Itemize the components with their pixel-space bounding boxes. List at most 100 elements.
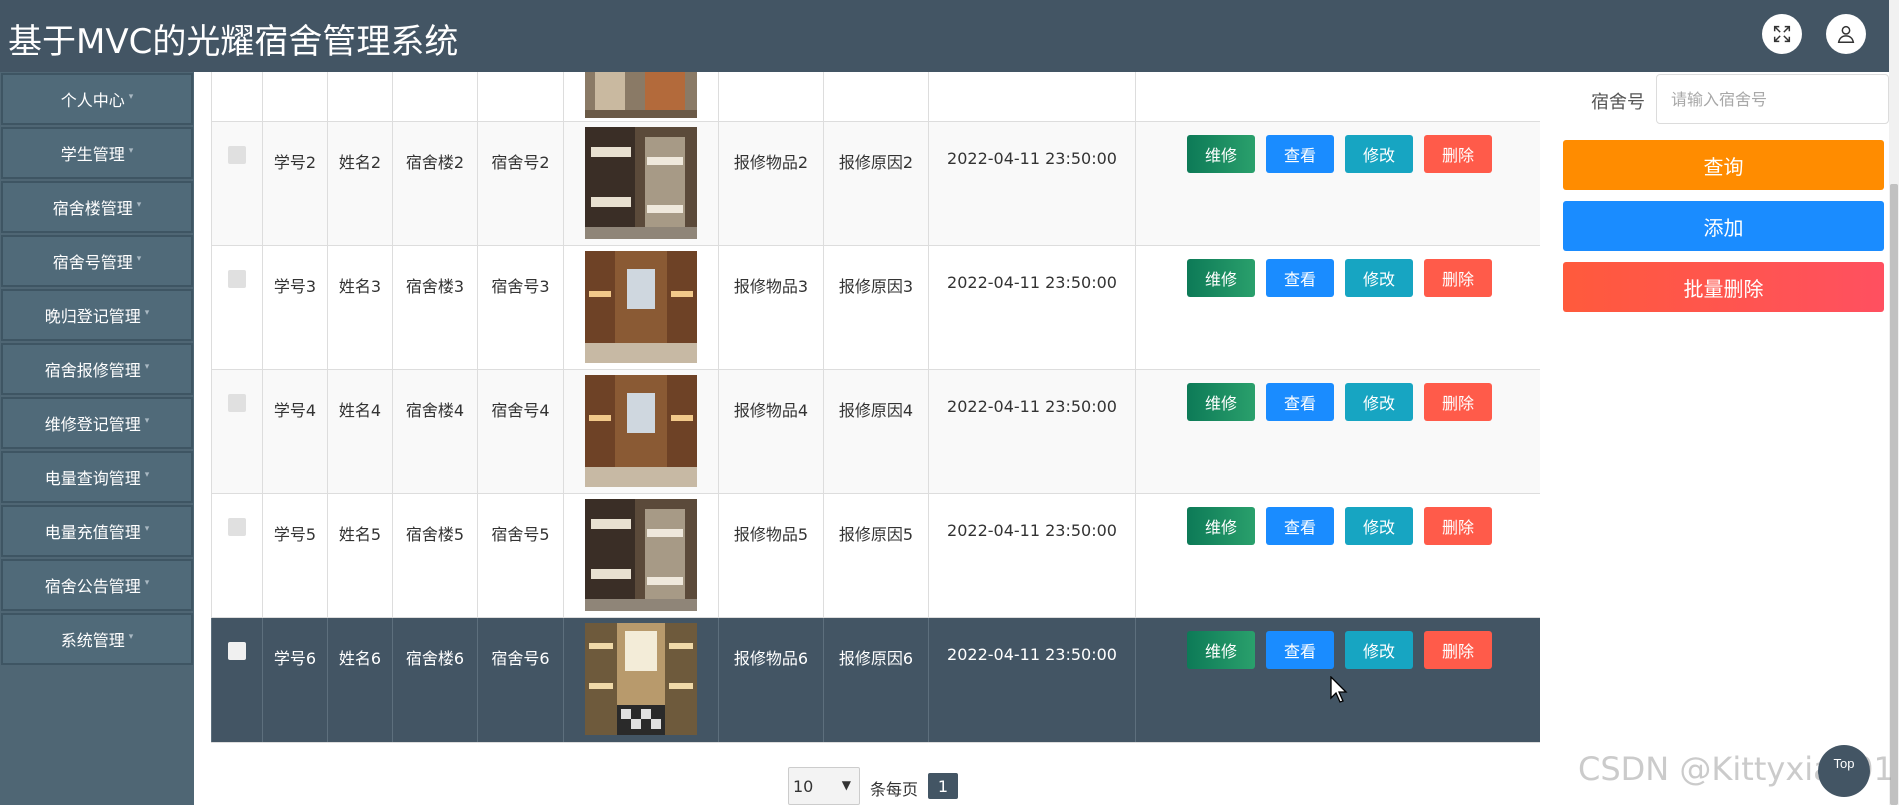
top-header: 基于MVC的光耀宿舍管理系统	[0, 0, 1889, 72]
user-button[interactable]	[1826, 14, 1866, 54]
edit-button[interactable]: 修改	[1345, 259, 1413, 297]
room-cell: 宿舍号2	[477, 122, 563, 245]
dorm-photo	[585, 251, 697, 363]
delete-button[interactable]: 删除	[1424, 631, 1492, 669]
sidebar-item-buildings[interactable]: 宿舍楼管理 ▾	[1, 181, 193, 233]
room-cell: 宿舍号5	[477, 494, 563, 617]
fullscreen-button[interactable]	[1762, 14, 1802, 54]
row-checkbox[interactable]	[228, 518, 246, 536]
item-cell: 报修物品5	[718, 494, 823, 617]
sidebar-item-notices[interactable]: 宿舍公告管理 ▾	[1, 559, 193, 611]
add-button[interactable]: 添加	[1563, 201, 1884, 251]
per-page-label: 条每页	[870, 780, 919, 799]
repair-button[interactable]: 维修	[1187, 631, 1255, 669]
view-button[interactable]: 查看	[1266, 631, 1334, 669]
back-to-top-button[interactable]: Top	[1818, 745, 1870, 797]
page-size-select[interactable]: 10 ▼	[788, 767, 860, 805]
chevron-down-icon: ▾	[128, 146, 134, 156]
sidebar-item-label: 宿舍号管理	[52, 253, 133, 272]
item-cell: 报修物品3	[718, 246, 823, 369]
time-cell: 2022-04-11 23:50:00	[928, 494, 1135, 617]
time-cell: 2022-04-11 23:50:00	[928, 246, 1135, 369]
query-button[interactable]: 查询	[1563, 140, 1884, 190]
name-cell: 姓名2	[327, 122, 392, 245]
sidebar-item-personal-center[interactable]: 个人中心 ▾	[1, 73, 193, 125]
chevron-down-icon: ▾	[128, 632, 134, 642]
reason-cell: 报修原因2	[823, 122, 928, 245]
sidebar-item-students[interactable]: 学生管理 ▾	[1, 127, 193, 179]
view-button[interactable]: 查看	[1266, 135, 1334, 173]
row-checkbox[interactable]	[228, 146, 246, 164]
table-row	[211, 72, 1540, 122]
page-size-value: 10	[793, 777, 814, 796]
sidebar-item-repair-requests[interactable]: 宿舍报修管理 ▾	[1, 343, 193, 395]
delete-button[interactable]: 删除	[1424, 383, 1492, 421]
chevron-down-icon: ▾	[136, 200, 142, 210]
page-scrollbar[interactable]	[1889, 0, 1899, 805]
item-cell: 报修物品2	[718, 122, 823, 245]
sidebar-item-power-recharge[interactable]: 电量充值管理 ▾	[1, 505, 193, 557]
sidebar-item-power-query[interactable]: 电量查询管理 ▾	[1, 451, 193, 503]
sidebar-item-rooms[interactable]: 宿舍号管理 ▾	[1, 235, 193, 287]
chevron-down-icon: ▾	[144, 578, 150, 588]
repair-button[interactable]: 维修	[1187, 135, 1255, 173]
chevron-down-icon: ▾	[128, 92, 134, 102]
view-button[interactable]: 查看	[1266, 259, 1334, 297]
student-id-cell: 学号4	[262, 370, 327, 493]
sidebar-item-system[interactable]: 系统管理 ▾	[1, 613, 193, 665]
student-id-cell: 学号3	[262, 246, 327, 369]
sidebar-item-label: 系统管理	[60, 631, 125, 650]
sidebar-item-late-return[interactable]: 晚归登记管理 ▾	[1, 289, 193, 341]
building-cell: 宿舍楼5	[392, 494, 477, 617]
reason-cell: 报修原因6	[823, 618, 928, 742]
table-row: 学号2 姓名2 宿舍楼2 宿舍号2 报修物品2 报修原因2 2022-04-11…	[211, 122, 1540, 246]
delete-button[interactable]: 删除	[1424, 259, 1492, 297]
student-id-cell: 学号5	[262, 494, 327, 617]
name-cell: 姓名4	[327, 370, 392, 493]
row-checkbox[interactable]	[228, 270, 246, 288]
time-cell: 2022-04-11 23:50:00	[928, 122, 1135, 245]
row-checkbox[interactable]	[228, 394, 246, 412]
page-number-button[interactable]: 1	[928, 773, 958, 799]
reason-cell: 报修原因3	[823, 246, 928, 369]
sidebar-item-label: 维修登记管理	[44, 415, 141, 434]
sidebar: 个人中心 ▾ 学生管理 ▾ 宿舍楼管理 ▾ 宿舍号管理 ▾ 晚归登记管理 ▾ 宿舍报修管理…	[0, 72, 194, 805]
search-label: 宿舍号	[1591, 92, 1645, 113]
edit-button[interactable]: 修改	[1345, 383, 1413, 421]
caret-down-icon: ▼	[841, 778, 851, 792]
scrollbar-thumb[interactable]	[1890, 184, 1898, 805]
dorm-photo	[585, 127, 697, 239]
chevron-down-icon: ▾	[144, 470, 150, 480]
sidebar-item-repair-records[interactable]: 维修登记管理 ▾	[1, 397, 193, 449]
table-row: 学号5 姓名5 宿舍楼5 宿舍号5 报修物品5 报修原因5 2022-04-11…	[211, 494, 1540, 618]
table-row: 学号4 姓名4 宿舍楼4 宿舍号4 报修物品4 报修原因4 2022-04-11…	[211, 370, 1540, 494]
sidebar-item-label: 电量充值管理	[44, 523, 141, 542]
view-button[interactable]: 查看	[1266, 383, 1334, 421]
repair-button[interactable]: 维修	[1187, 259, 1255, 297]
room-cell: 宿舍号6	[477, 618, 563, 742]
repair-button[interactable]: 维修	[1187, 383, 1255, 421]
name-cell: 姓名5	[327, 494, 392, 617]
student-id-cell: 学号6	[262, 618, 327, 742]
edit-button[interactable]: 修改	[1345, 507, 1413, 545]
mouse-cursor-icon	[1330, 676, 1348, 703]
edit-button[interactable]: 修改	[1345, 135, 1413, 173]
repair-button[interactable]: 维修	[1187, 507, 1255, 545]
chevron-down-icon: ▾	[144, 308, 150, 318]
app-title: 基于MVC的光耀宿舍管理系统	[8, 22, 459, 62]
batch-delete-button[interactable]: 批量删除	[1563, 262, 1884, 312]
row-checkbox[interactable]	[228, 642, 246, 660]
chevron-down-icon: ▾	[144, 524, 150, 534]
room-cell: 宿舍号3	[477, 246, 563, 369]
view-button[interactable]: 查看	[1266, 507, 1334, 545]
building-cell: 宿舍楼6	[392, 618, 477, 742]
edit-button[interactable]: 修改	[1345, 631, 1413, 669]
reason-cell: 报修原因4	[823, 370, 928, 493]
item-cell: 报修物品4	[718, 370, 823, 493]
chevron-down-icon: ▾	[144, 416, 150, 426]
delete-button[interactable]: 删除	[1424, 135, 1492, 173]
delete-button[interactable]: 删除	[1424, 507, 1492, 545]
user-icon	[1837, 25, 1855, 43]
dorm-photo	[585, 375, 697, 487]
room-search-input[interactable]	[1656, 74, 1889, 124]
